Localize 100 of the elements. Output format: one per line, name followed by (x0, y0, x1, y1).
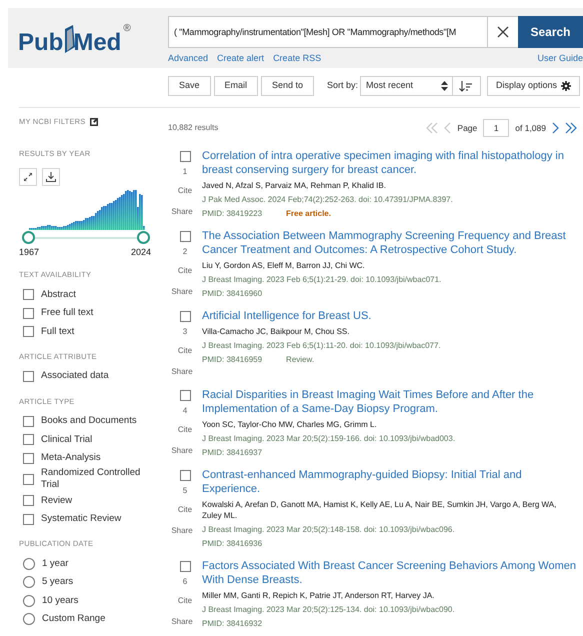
settings-icon (561, 81, 571, 91)
checkbox[interactable] (180, 561, 190, 572)
filter-label[interactable]: Review (41, 494, 72, 506)
sort-select[interactable]: Most recent (360, 76, 453, 96)
checkbox[interactable] (23, 452, 34, 464)
slider-handle[interactable] (22, 230, 35, 244)
article-title-link[interactable]: Artificial Intelligence for Breast US. (202, 309, 577, 323)
free-article-label: Free article. (286, 208, 331, 219)
authors-text: Liu Y, Gordon AS, Eleff M, Barron JJ, Chi WC. (202, 260, 366, 271)
article-title-link[interactable]: Contrast-enhanced Mammography-guided Biopsy: Initial Trial and Experience. (202, 468, 577, 496)
radio-button[interactable] (23, 613, 35, 626)
checkbox[interactable] (23, 289, 34, 300)
share-link[interactable]: Share (171, 616, 193, 628)
cite-link[interactable]: Cite (178, 345, 192, 357)
slider-handle[interactable] (137, 230, 150, 244)
radio-button[interactable] (23, 594, 35, 607)
checkbox[interactable] (180, 151, 190, 162)
share-link[interactable]: Share (171, 366, 193, 378)
search-field[interactable]: ( "Mammography/instrumentation"[Mesh] OR "Mammography/methods"[M (168, 16, 488, 48)
citation-text: J Breast Imaging. 2023 Feb 6;5(1):21-29. doi: 10.1093/jbi/wbac071. (202, 274, 442, 285)
authors-text: Javed N, Afzal S, Parvaiz MA, Rehman P, Khalid IB. (202, 180, 387, 191)
checkbox[interactable] (23, 416, 34, 426)
article-type-label: Review. (286, 354, 314, 365)
result-count: 10,882 results (168, 122, 218, 134)
cite-link[interactable]: Cite (178, 185, 192, 197)
pmid-text: PMID: 38419223 (202, 208, 262, 219)
header-link[interactable]: Create alert (217, 52, 264, 66)
double-chevron-right-icon[interactable] (565, 122, 577, 134)
filter-label[interactable]: Full text (41, 326, 74, 338)
radio-button[interactable] (23, 558, 35, 570)
sort-label: Sort by: (326, 79, 358, 92)
download-icon (46, 172, 56, 182)
pmid-text: PMID: 38416960 (202, 288, 262, 299)
article-title-link[interactable]: Correlation of intra operative specimen imaging with final histopathology in breast conserving surgery for breast cancer. (202, 149, 577, 177)
citation-text: J Breast Imaging. 2023 Mar 20;5(2):125-134. doi: 10.1093/jbi/wbac090. (202, 604, 456, 615)
cite-link[interactable]: Cite (178, 424, 192, 436)
user-guide-link[interactable]: User Guide (537, 52, 583, 66)
share-link[interactable]: Share (171, 206, 193, 218)
checkbox[interactable] (23, 326, 34, 337)
download-button[interactable] (42, 168, 60, 186)
checkbox[interactable] (23, 434, 34, 445)
filter-label[interactable]: Free full text (41, 307, 94, 319)
pmid-text: PMID: 38416937 (202, 447, 262, 458)
filter-label[interactable]: 5 years (42, 576, 74, 588)
authors-text: Villa-Camacho JC, Baikpour M, Chou SS. (202, 326, 350, 337)
result-number: 3 (182, 326, 188, 338)
toolbar-button[interactable]: Send to (261, 76, 314, 96)
external-link-icon[interactable] (90, 118, 98, 126)
header-link[interactable]: Create RSS (273, 52, 322, 66)
checkbox[interactable] (23, 495, 34, 506)
citation-text: J Breast Imaging. 2023 Mar 20;5(2):148-158. doi: 10.1093/jbi/wbac096. (202, 524, 456, 535)
share-link[interactable]: Share (171, 286, 193, 298)
filter-label[interactable]: Books and Documents (41, 415, 137, 427)
citation-text: J Breast Imaging. 2023 Feb 6;5(1):11-20. doi: 10.1093/jbi/wbac077. (202, 340, 442, 351)
chevron-right-icon[interactable] (552, 122, 559, 134)
article-title-link[interactable]: The Association Between Mammography Screening Frequency and Breast Cancer Treatment and Outcomes: A Retrospective Cohort Study. (202, 229, 577, 257)
toolbar-button[interactable]: Email (214, 76, 258, 96)
header-link[interactable]: Advanced (168, 52, 208, 66)
article-title-link[interactable]: Racial Disparities in Breast Imaging Wait Times Before and After the Implementation of a Same-Day Biopsy Program. (202, 388, 577, 416)
cite-link[interactable]: Cite (178, 265, 192, 277)
pubmed-logo[interactable]: Pub Med® (18, 23, 131, 55)
filter-label[interactable]: Associated data (41, 370, 109, 382)
pmid-text: PMID: 38416936 (202, 538, 262, 549)
checkbox[interactable] (23, 514, 34, 524)
article-title-link[interactable]: Factors Associated With Breast Cancer Screening Behaviors Among Women With Dense Breasts. (202, 559, 577, 587)
cite-link[interactable]: Cite (178, 595, 192, 607)
filter-label[interactable]: 10 years (42, 594, 78, 607)
expand-button[interactable] (19, 168, 37, 186)
toolbar-button[interactable]: Save (168, 76, 211, 96)
page-count: of 1,089 (515, 122, 546, 134)
checkbox[interactable] (180, 470, 190, 481)
checkbox[interactable] (23, 308, 34, 318)
checkbox[interactable] (23, 474, 34, 485)
result-number: 6 (182, 576, 188, 588)
filter-label[interactable]: Meta-Analysis (41, 452, 101, 464)
filter-label[interactable]: Randomized Controlled Trial (41, 467, 158, 492)
page-field[interactable]: 1 (483, 119, 510, 137)
year-label: 2024 (130, 246, 151, 258)
result-number: 2 (182, 246, 188, 258)
search-button[interactable]: Search (518, 16, 583, 48)
checkbox[interactable] (180, 231, 190, 242)
checkbox[interactable] (180, 311, 190, 322)
filter-label[interactable]: Systematic Review (41, 513, 122, 525)
citation-text: J Breast Imaging. 2023 Mar 20;5(2):159-166. doi: 10.1093/jbi/wbad003. (202, 433, 456, 444)
checkbox[interactable] (23, 370, 34, 382)
display-options-button[interactable]: Display options (486, 76, 580, 96)
authors-text: Miller MM, Ganti R, Repich K, Patrie JT, Anderson RT, Harvey JA. (202, 590, 436, 601)
share-link[interactable]: Share (171, 525, 193, 537)
checkbox[interactable] (180, 390, 190, 401)
filter-label[interactable]: Abstract (41, 288, 76, 300)
share-link[interactable]: Share (171, 445, 193, 457)
filter-label[interactable]: Custom Range (42, 613, 106, 626)
cite-link[interactable]: Cite (178, 504, 192, 516)
filter-label[interactable]: 1 year (42, 558, 68, 570)
sort-order-button[interactable] (452, 76, 481, 96)
clear-button[interactable] (488, 16, 518, 48)
authors-text: Yoon SC, Taylor-Cho MW, Charles MG, Grimm L. (202, 419, 378, 430)
result-number: 5 (182, 485, 188, 497)
radio-button[interactable] (23, 576, 35, 588)
filter-label[interactable]: Clinical Trial (41, 434, 92, 446)
